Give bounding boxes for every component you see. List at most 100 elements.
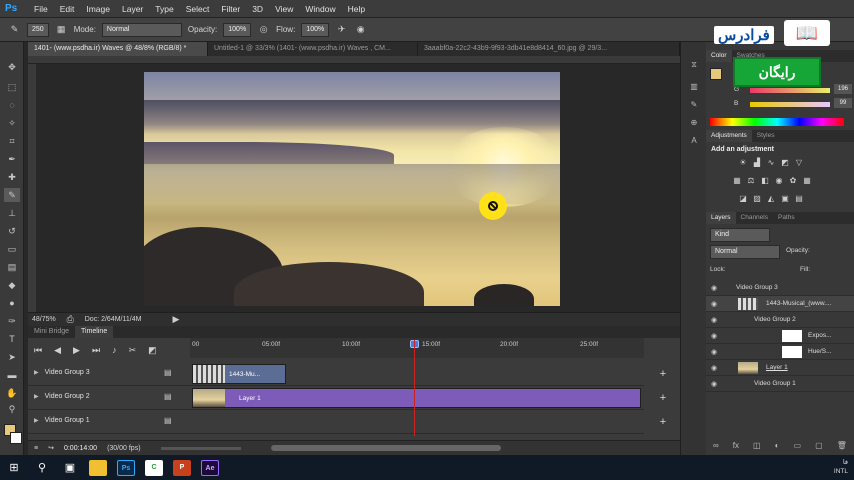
menu-type[interactable]: Type (149, 4, 179, 14)
split-icon[interactable]: ✂ (129, 345, 137, 356)
levels-icon[interactable]: ▟ (752, 158, 762, 168)
menu-image[interactable]: Image (80, 4, 116, 14)
g-slider[interactable] (750, 88, 830, 93)
go-to-first-frame-icon[interactable]: ⏮ (34, 345, 42, 356)
link-icon[interactable]: ∞ (713, 441, 719, 450)
menu-view[interactable]: View (269, 4, 299, 14)
pressure-opacity-icon[interactable]: ◎ (257, 23, 270, 36)
export-icon[interactable]: ⎙ (64, 313, 77, 326)
pressure-size-icon[interactable]: ◉ (354, 23, 367, 36)
menu-edit[interactable]: Edit (54, 4, 81, 14)
gradient-tool-icon[interactable]: ▤ (4, 260, 20, 274)
film-icon[interactable]: ▤ (164, 392, 172, 401)
black-white-icon[interactable]: ◧ (760, 176, 770, 186)
path-select-icon[interactable]: ➤ (4, 350, 20, 364)
eraser-tool-icon[interactable]: ▭ (4, 242, 20, 256)
play-icon[interactable]: ▶ (73, 345, 80, 356)
tab-layers[interactable]: Layers (706, 212, 736, 224)
layer-exposure[interactable]: ◉ Expos... (706, 328, 854, 344)
timeline-menu-icon[interactable]: ≡ (34, 445, 38, 452)
menu-help[interactable]: Help (342, 4, 371, 14)
search-icon[interactable]: ⚲ (28, 455, 56, 480)
film-icon[interactable]: ▤ (164, 416, 172, 425)
layer-hue-saturation[interactable]: ◉ Hue/S... (706, 344, 854, 360)
quick-select-icon[interactable]: ✧ (4, 116, 20, 130)
previous-frame-icon[interactable]: ◀ (54, 345, 61, 356)
add-media-icon[interactable]: + (656, 415, 670, 429)
brush-preset-icon[interactable]: ✎ (687, 100, 701, 114)
lasso-tool-icon[interactable]: ◌ (4, 98, 20, 112)
add-media-icon[interactable]: + (656, 367, 670, 381)
posterize-icon[interactable]: ▨ (752, 194, 762, 204)
horizontal-scrollbar[interactable] (270, 445, 501, 451)
menu-select[interactable]: Select (180, 4, 216, 14)
visibility-eye-icon[interactable]: ◉ (711, 364, 717, 372)
clip-layer-1[interactable]: Layer 1 (192, 388, 641, 408)
clone-source-icon[interactable]: ⊕ (687, 118, 701, 132)
crop-tool-icon[interactable]: ⌗ (4, 134, 20, 148)
group-icon[interactable]: ▭ (794, 441, 802, 450)
healing-tool-icon[interactable]: ✚ (4, 170, 20, 184)
menu-file[interactable]: File (28, 4, 54, 14)
history-brush-icon[interactable]: ↺ (4, 224, 20, 238)
blur-tool-icon[interactable]: ◆ (4, 278, 20, 292)
tab-paths[interactable]: Paths (773, 212, 800, 224)
fx-icon[interactable]: fx (733, 441, 739, 450)
tab-waves[interactable]: 1401- (www.psdha.ir) Waves @ 48/8% (RGB/… (28, 42, 208, 56)
expand-triangle-icon[interactable]: ▶ (34, 393, 39, 400)
menu-3d[interactable]: 3D (246, 4, 269, 14)
airbrush-icon[interactable]: ✈ (335, 23, 348, 36)
b-value[interactable]: 99 (834, 98, 852, 108)
stamp-tool-icon[interactable]: ⊥ (4, 206, 20, 220)
curves-icon[interactable]: ∿ (766, 158, 776, 168)
visibility-eye-icon[interactable]: ◉ (711, 380, 717, 388)
selective-color-icon[interactable]: ▣ (780, 194, 790, 204)
color-lookup-icon[interactable]: ▦ (802, 176, 812, 186)
windows-start-icon[interactable]: ⊞ (0, 455, 28, 480)
brush-tool-active-icon[interactable]: ✎ (4, 188, 20, 202)
document-image[interactable] (144, 72, 560, 306)
expand-triangle-icon[interactable]: ▶ (34, 417, 39, 424)
mask-icon[interactable]: ◫ (753, 441, 761, 450)
blend-mode-select[interactable]: Normal (710, 245, 780, 259)
layer-layer-1[interactable]: ◉ Layer 1 (706, 360, 854, 376)
gradient-map-icon[interactable]: ▤ (794, 194, 804, 204)
zoom-level[interactable]: 48/75% (32, 316, 56, 323)
pen-tool-icon[interactable]: ✑ (4, 314, 20, 328)
vibrance-icon[interactable]: ▽ (794, 158, 804, 168)
tab-channels[interactable]: Channels (736, 212, 773, 224)
visibility-eye-icon[interactable]: ◉ (711, 332, 717, 340)
new-layer-icon[interactable]: ▢ (815, 441, 823, 450)
eyedropper-icon[interactable]: ✒ (4, 152, 20, 166)
photoshop-taskbar-icon[interactable]: Ps (112, 455, 140, 480)
task-view-icon[interactable]: ▣ (56, 455, 84, 480)
brush-tool-icon[interactable]: ✎ (8, 23, 21, 36)
character-icon[interactable]: A (687, 136, 701, 150)
move-tool-icon[interactable]: ✥ (4, 60, 20, 74)
brightness-icon[interactable]: ☀ (738, 158, 748, 168)
zoom-slider[interactable] (160, 446, 241, 450)
color-fg-swatch[interactable] (710, 68, 722, 80)
next-frame-icon[interactable]: ⏭ (92, 345, 100, 356)
track-name[interactable]: ▶ Video Group 2 (34, 393, 90, 400)
brush-size-picker[interactable]: 250 (27, 22, 49, 37)
track-name[interactable]: ▶ Video Group 1 (34, 417, 90, 424)
audio-icon[interactable]: ♪ (112, 345, 117, 355)
properties-icon[interactable]: ▥ (687, 82, 701, 96)
trash-icon[interactable]: 🗑 (837, 441, 847, 450)
visibility-eye-icon[interactable]: ◉ (711, 316, 717, 324)
layer-video-group-3[interactable]: ◉ Video Group 3 (706, 280, 854, 296)
marquee-tool-icon[interactable]: ⬚ (4, 80, 20, 94)
g-value[interactable]: 196 (834, 84, 852, 94)
status-menu-arrow-icon[interactable]: ▶ (169, 313, 182, 326)
adjustment-layer-icon[interactable]: ◐ (775, 441, 780, 450)
tab-mini-bridge[interactable]: Mini Bridge (28, 326, 75, 338)
layer-1443-musical[interactable]: ◉ 1443-Musical_(www.... (706, 296, 854, 312)
history-icon[interactable]: ⧖ (687, 60, 701, 74)
transition-icon[interactable]: ◩ (148, 345, 157, 356)
mode-select[interactable]: Normal (101, 22, 182, 37)
threshold-icon[interactable]: ◭ (766, 194, 776, 204)
photo-filter-icon[interactable]: ◉ (774, 176, 784, 186)
layer-video-group-2[interactable]: ◉ Video Group 2 (706, 312, 854, 328)
layer-video-group-1[interactable]: ◉ Video Group 1 (706, 376, 854, 392)
